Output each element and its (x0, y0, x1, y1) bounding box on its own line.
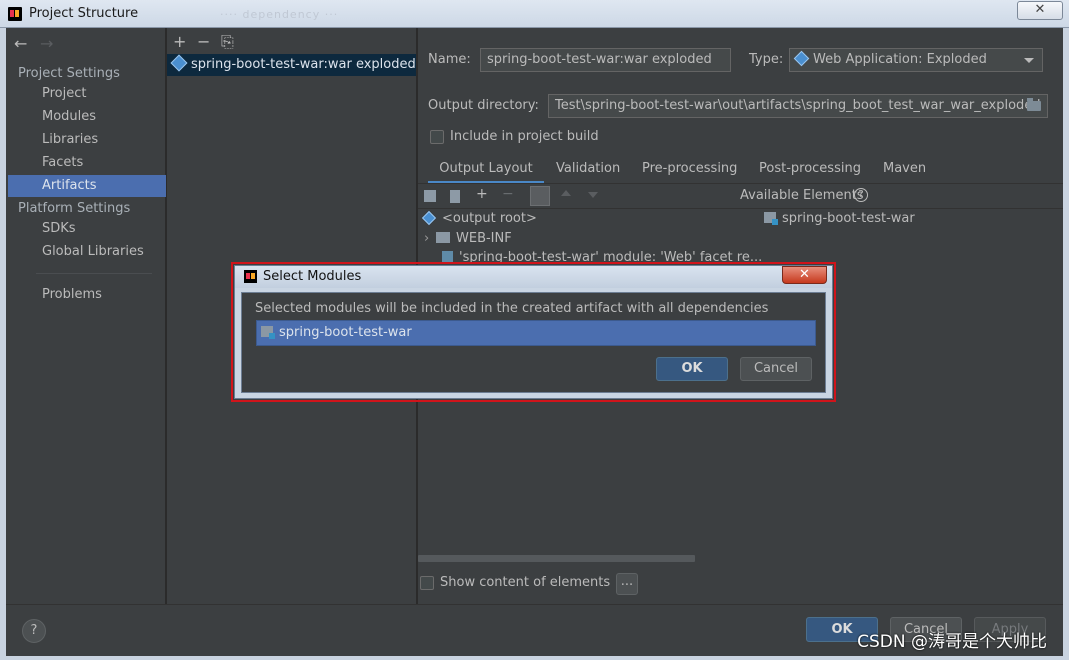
select-modules-dialog: Select Modules ✕ Selected modules will b… (234, 265, 833, 399)
sidebar-divider (36, 273, 152, 274)
available-module-item[interactable]: spring-boot-test-war (764, 211, 915, 226)
sidebar-item-modules[interactable]: Modules (8, 106, 166, 128)
show-content-options-button[interactable]: ... (616, 573, 638, 595)
window-border-right (1063, 28, 1069, 660)
chevron-down-icon (1024, 58, 1034, 63)
modal-body: Selected modules will be included in the… (241, 292, 826, 393)
module-icon (764, 212, 778, 225)
sidebar-item-facets[interactable]: Facets (8, 152, 166, 174)
folder-icon (436, 232, 450, 243)
artifact-list-item[interactable]: spring-boot-test-war:war exploded (167, 54, 416, 76)
artifact-item-label: spring-boot-test-war:war exploded (191, 57, 416, 72)
tab-validation[interactable]: Validation (556, 158, 620, 184)
window-ghost-text: ···· dependency ··· (220, 8, 339, 21)
sidebar-item-problems[interactable]: Problems (8, 284, 166, 306)
output-directory-label: Output directory: (428, 98, 539, 113)
tab-output-layout[interactable]: Output Layout (428, 158, 544, 184)
copy-artifact-icon[interactable]: ⎘ (221, 32, 245, 52)
back-arrow-icon[interactable]: ← (14, 34, 40, 53)
name-input[interactable]: spring-boot-test-war:war exploded (480, 48, 731, 72)
output-root-icon (421, 210, 437, 226)
sidebar-item-global-libraries[interactable]: Global Libraries (8, 241, 166, 263)
platform-settings-heading: Platform Settings (18, 201, 131, 216)
tab-post-processing[interactable]: Post-processing (759, 158, 861, 184)
include-in-build-label: Include in project build (450, 129, 599, 144)
csdn-watermark: CSDN @涛哥是个大帅比 (857, 632, 1047, 652)
intellij-app-icon (244, 270, 257, 283)
horizontal-scrollbar[interactable] (418, 555, 695, 562)
modal-close-button[interactable]: ✕ (782, 266, 827, 284)
sidebar-item-sdks[interactable]: SDKs (8, 218, 166, 240)
modal-titlebar: Select Modules ✕ (235, 266, 832, 288)
tab-maven[interactable]: Maven (883, 158, 926, 184)
module-icon (261, 326, 275, 339)
module-list-label: spring-boot-test-war (279, 325, 412, 340)
intellij-app-icon (8, 7, 22, 21)
window-titlebar: Project Structure ···· dependency ··· ✕ (0, 0, 1069, 28)
artifact-toolbar: + − ⎘ (173, 32, 245, 52)
sidebar-item-project[interactable]: Project (8, 83, 166, 105)
type-select[interactable]: Web Application: Exploded (789, 48, 1043, 72)
tab-pre-processing[interactable]: Pre-processing (642, 158, 737, 184)
modal-message: Selected modules will be included in the… (255, 301, 769, 316)
window-border-bottom (0, 656, 1069, 660)
project-settings-heading: Project Settings (18, 66, 120, 81)
modal-title: Select Modules (263, 269, 362, 284)
module-output-icon (442, 251, 453, 262)
show-content-label: Show content of elements (440, 575, 611, 590)
web-inf-label: WEB-INF (456, 231, 512, 246)
include-in-build-checkbox[interactable] (430, 130, 444, 144)
type-select-value: Web Application: Exploded (813, 52, 987, 67)
window-title: Project Structure (29, 6, 139, 21)
available-module-label: spring-boot-test-war (782, 211, 915, 226)
modal-cancel-button[interactable]: Cancel (740, 357, 812, 381)
add-artifact-icon[interactable]: + (173, 32, 197, 51)
settings-sidebar: ← → Project Settings Project Modules Libr… (6, 28, 166, 604)
output-directory-input[interactable]: Test\spring-boot-test-war\out\artifacts\… (548, 94, 1048, 118)
forward-arrow-icon[interactable]: → (40, 34, 66, 53)
add-element-icon[interactable]: + (476, 186, 488, 202)
create-directory-icon[interactable] (424, 190, 436, 202)
chevron-right-icon[interactable]: › (424, 231, 436, 246)
dialog-button-bar: ? OK Cancel Apply CSDN @涛哥是个大帅比 (6, 604, 1063, 656)
output-root-node[interactable]: <output root> (421, 210, 537, 226)
sort-elements-icon[interactable] (530, 186, 550, 206)
sidebar-item-artifacts[interactable]: Artifacts (8, 175, 166, 197)
nav-arrows: ← → (14, 34, 66, 53)
create-archive-icon[interactable] (450, 190, 460, 203)
type-label: Type: (749, 52, 784, 67)
move-up-icon[interactable] (561, 190, 571, 196)
help-button[interactable]: ? (22, 619, 46, 643)
tree-divider (418, 208, 1063, 209)
available-elements-label: Available Elements (740, 188, 864, 203)
sidebar-item-libraries[interactable]: Libraries (8, 129, 166, 151)
move-down-icon[interactable] (588, 192, 598, 198)
name-label: Name: (428, 52, 471, 67)
help-circle-icon[interactable]: ? (854, 188, 868, 202)
web-app-icon (793, 50, 810, 67)
web-inf-node[interactable]: › WEB-INF (424, 231, 512, 246)
tab-divider (418, 183, 1063, 184)
module-list-item[interactable]: spring-boot-test-war (256, 320, 816, 346)
output-directory-value: Test\spring-boot-test-war\out\artifacts\… (555, 98, 1041, 113)
window-close-button[interactable]: ✕ (1017, 1, 1063, 20)
remove-element-icon[interactable]: − (502, 186, 514, 202)
show-content-checkbox[interactable] (420, 576, 434, 590)
web-artifact-icon (170, 54, 188, 72)
folder-browse-icon[interactable] (1027, 98, 1041, 111)
output-root-label: <output root> (442, 211, 537, 226)
remove-artifact-icon[interactable]: − (197, 32, 221, 51)
modal-ok-button[interactable]: OK (656, 357, 728, 381)
